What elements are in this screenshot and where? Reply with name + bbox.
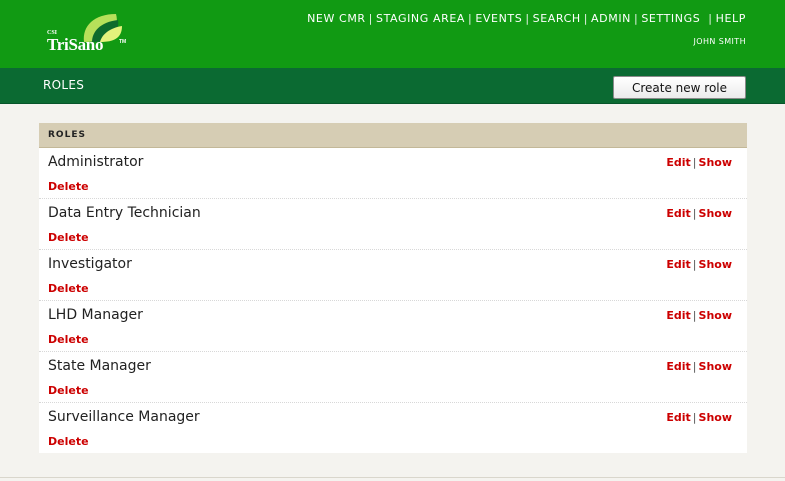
action-separator: | — [692, 207, 697, 220]
role-row: State Manager Edit | Show Delete — [39, 352, 747, 403]
role-actions: Edit | Show — [666, 411, 732, 424]
delete-link[interactable]: Delete — [48, 333, 89, 346]
nav-separator: | — [525, 12, 530, 25]
role-actions: Edit | Show — [666, 360, 732, 373]
nav-admin[interactable]: ADMIN — [591, 12, 631, 25]
action-separator: | — [692, 258, 697, 271]
nav-events[interactable]: EVENTS — [475, 12, 522, 25]
role-row: Investigator Edit | Show Delete — [39, 250, 747, 301]
role-row: LHD Manager Edit | Show Delete — [39, 301, 747, 352]
logo-brand: TriSano — [47, 35, 104, 54]
nav-separator: | — [708, 12, 713, 25]
show-link[interactable]: Show — [699, 207, 732, 220]
role-actions: Edit | Show — [666, 156, 732, 169]
roles-panel: ROLES Administrator Edit | Show Delete Dat… — [39, 123, 747, 453]
role-row: Data Entry Technician Edit | Show Delete — [39, 199, 747, 250]
action-separator: | — [692, 360, 697, 373]
role-name: Data Entry Technician — [48, 205, 201, 221]
nav-settings[interactable]: SETTINGS — [641, 12, 700, 25]
sub-header: ROLES Create new role — [0, 68, 785, 104]
trisano-logo[interactable]: CSI TriSano TM — [44, 12, 134, 60]
delete-link[interactable]: Delete — [48, 384, 89, 397]
nav-separator: | — [368, 12, 373, 25]
edit-link[interactable]: Edit — [666, 360, 690, 373]
role-actions: Edit | Show — [666, 309, 732, 322]
edit-link[interactable]: Edit — [666, 411, 690, 424]
edit-link[interactable]: Edit — [666, 258, 690, 271]
role-actions: Edit | Show — [666, 258, 732, 271]
nav-separator: | — [468, 12, 473, 25]
role-row: Administrator Edit | Show Delete — [39, 148, 747, 199]
edit-link[interactable]: Edit — [666, 207, 690, 220]
top-header: CSI TriSano TM NEW CMR | STAGING AREA | EVEN… — [0, 0, 785, 68]
nav-search[interactable]: SEARCH — [533, 12, 581, 25]
delete-link[interactable]: Delete — [48, 231, 89, 244]
show-link[interactable]: Show — [699, 156, 732, 169]
nav-separator: | — [583, 12, 589, 25]
delete-link[interactable]: Delete — [48, 282, 89, 295]
logo-trademark: TM — [119, 39, 127, 45]
role-name: State Manager — [48, 358, 151, 374]
role-name: Investigator — [48, 256, 132, 272]
role-name: Surveillance Manager — [48, 409, 200, 425]
nav-help[interactable]: HELP — [716, 12, 746, 25]
action-separator: | — [692, 156, 697, 169]
delete-link[interactable]: Delete — [48, 180, 89, 193]
edit-link[interactable]: Edit — [666, 156, 690, 169]
roles-panel-heading: ROLES — [39, 123, 747, 148]
action-separator: | — [692, 309, 697, 322]
edit-link[interactable]: Edit — [666, 309, 690, 322]
create-new-role-button[interactable]: Create new role — [613, 76, 746, 99]
role-actions: Edit | Show — [666, 207, 732, 220]
show-link[interactable]: Show — [699, 360, 732, 373]
role-name: LHD Manager — [48, 307, 143, 323]
show-link[interactable]: Show — [699, 309, 732, 322]
current-user: JOHN SMITH — [693, 37, 746, 46]
role-name: Administrator — [48, 154, 144, 170]
show-link[interactable]: Show — [699, 411, 732, 424]
show-link[interactable]: Show — [699, 258, 732, 271]
nav-separator: | — [634, 12, 639, 25]
nav-new-cmr[interactable]: NEW CMR — [307, 12, 366, 25]
page-bottom-divider — [0, 477, 785, 478]
delete-link[interactable]: Delete — [48, 435, 89, 448]
role-row: Surveillance Manager Edit | Show Delete — [39, 403, 747, 453]
main-nav: NEW CMR | STAGING AREA | EVENTS | SEARCH | ADMIN… — [307, 12, 746, 25]
nav-staging-area[interactable]: STAGING AREA — [376, 12, 465, 25]
page-title: ROLES — [43, 78, 85, 92]
action-separator: | — [692, 411, 697, 424]
